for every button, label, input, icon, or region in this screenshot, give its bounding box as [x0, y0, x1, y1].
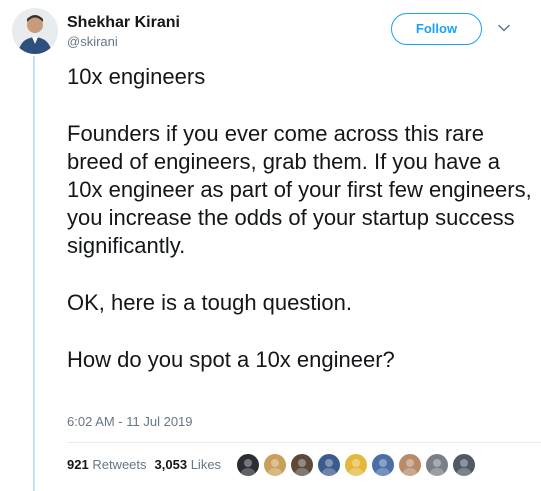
chevron-down-icon[interactable] — [496, 20, 512, 36]
liker-avatar[interactable] — [371, 453, 395, 477]
tweet-paragraph: Founders if you ever come across this ra… — [67, 121, 532, 258]
retweets-stat[interactable]: 921 Retweets — [67, 457, 147, 472]
liker-avatar[interactable] — [290, 453, 314, 477]
likes-label: Likes — [190, 457, 222, 472]
author-photo — [12, 8, 58, 54]
liker-avatar[interactable] — [452, 453, 476, 477]
liker-avatar[interactable] — [263, 453, 287, 477]
follow-button[interactable]: Follow — [391, 13, 482, 45]
liker-avatars — [236, 453, 479, 477]
tweet-paragraph: 10x engineers — [67, 64, 206, 89]
liker-avatar[interactable] — [236, 453, 260, 477]
liker-avatar[interactable] — [317, 453, 341, 477]
liker-avatar[interactable] — [398, 453, 422, 477]
tweet-text: 10x engineers Founders if you ever come … — [67, 63, 532, 374]
divider — [67, 442, 541, 443]
thread-line — [33, 56, 35, 491]
liker-avatar[interactable] — [344, 453, 368, 477]
tweet-paragraph: OK, here is a tough question. — [67, 290, 352, 315]
avatar[interactable] — [12, 8, 58, 54]
retweets-count: 921 — [67, 457, 89, 472]
tweet-stats: 921 Retweets 3,053 Likes — [67, 457, 221, 472]
tweet-paragraph: How do you spot a 10x engineer? — [67, 347, 395, 372]
liker-avatar[interactable] — [425, 453, 449, 477]
likes-count: 3,053 — [154, 457, 188, 472]
author-name[interactable]: Shekhar Kirani — [67, 13, 180, 32]
retweets-label: Retweets — [92, 457, 147, 472]
likes-stat[interactable]: 3,053 Likes — [155, 457, 222, 472]
author-handle[interactable]: @skirani — [67, 34, 118, 50]
tweet-timestamp[interactable]: 6:02 AM - 11 Jul 2019 — [67, 414, 193, 429]
